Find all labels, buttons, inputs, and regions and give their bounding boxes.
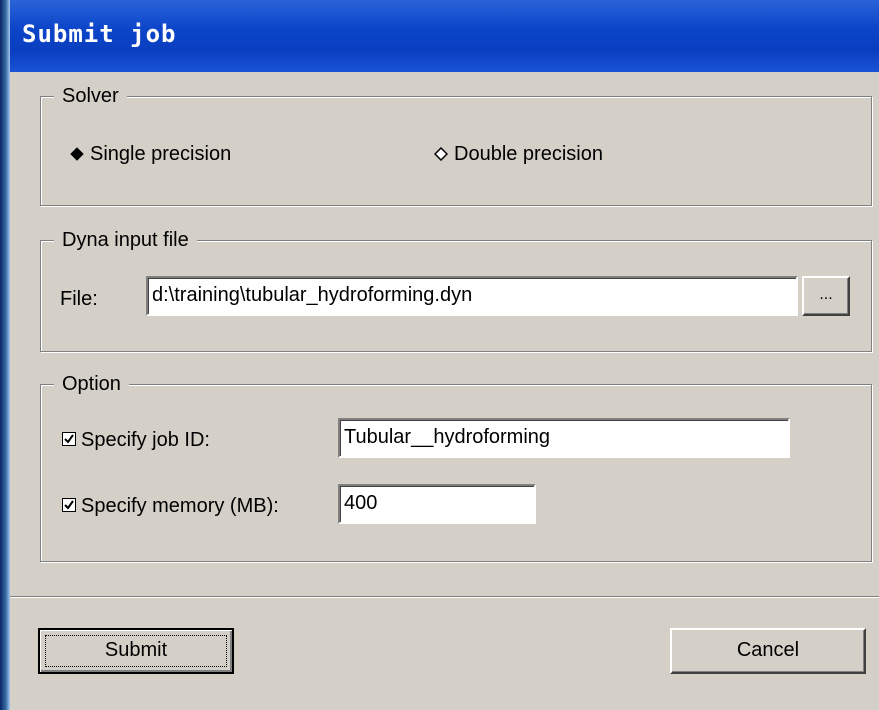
file-path-input[interactable]: d:\training\tubular_hydroforming.dyn: [146, 276, 798, 316]
specify-memory-label: Specify memory (MB):: [81, 495, 279, 517]
dialog-client-area: Solver Single precision Double precision: [10, 72, 879, 710]
job-id-input[interactable]: Tubular__hydroforming: [338, 418, 790, 458]
browse-button-label: ...: [819, 286, 833, 303]
cancel-button-label: Cancel: [736, 639, 800, 661]
specify-memory-checkbox[interactable]: Specify memory (MB):: [62, 494, 279, 518]
window-left-border: [0, 0, 10, 710]
radio-double-precision[interactable]: Double precision: [434, 142, 603, 166]
input-file-group-legend: Dyna input file: [54, 228, 197, 252]
radio-selected-diamond-icon: [70, 147, 84, 161]
submit-button[interactable]: Submit: [38, 628, 234, 674]
submit-job-dialog: Submit job Solver Single precision Doubl…: [0, 0, 879, 710]
radio-single-precision[interactable]: Single precision: [70, 142, 231, 166]
cancel-button[interactable]: Cancel: [670, 628, 866, 674]
submit-focus-rect: [45, 635, 227, 667]
solver-group-legend: Solver: [54, 84, 127, 108]
browse-button[interactable]: ...: [802, 276, 850, 316]
specify-job-id-checkbox[interactable]: Specify job ID:: [62, 428, 210, 452]
radio-single-precision-label: Single precision: [90, 143, 232, 165]
specify-job-id-label: Specify job ID:: [81, 429, 210, 451]
file-label: File:: [60, 288, 98, 310]
window-title: Submit job: [22, 20, 177, 48]
option-group: Option Specify job ID: Tubular__hydrofor…: [40, 372, 872, 562]
button-separator: [10, 596, 879, 598]
checkbox-checked-icon: [62, 431, 76, 446]
option-group-frame: [40, 384, 872, 562]
radio-unselected-diamond-icon: [434, 147, 448, 161]
memory-input[interactable]: 400: [338, 484, 536, 524]
input-file-group: Dyna input file File: d:\training\tubula…: [40, 228, 872, 352]
option-group-legend: Option: [54, 372, 129, 396]
checkbox-checked-icon: [62, 497, 76, 512]
radio-double-precision-label: Double precision: [454, 143, 603, 165]
title-bar[interactable]: Submit job: [0, 0, 879, 72]
solver-group: Solver Single precision Double precision: [40, 84, 872, 206]
